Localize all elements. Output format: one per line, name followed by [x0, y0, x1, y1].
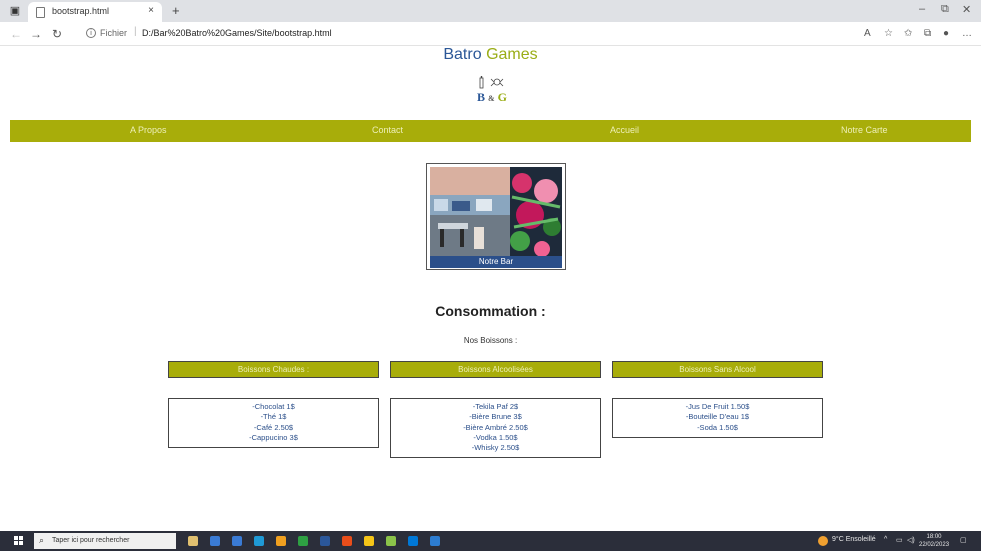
tray-chevron-icon[interactable]: ^	[884, 536, 887, 543]
brand-part1: Batro	[443, 46, 482, 63]
weather-icon[interactable]	[818, 536, 828, 546]
network-icon[interactable]: ▭	[896, 536, 903, 544]
menu-soft-drinks: -Jus De Fruit 1.50$ -Bouteille D'eau 1$ …	[612, 398, 823, 438]
notifications-icon[interactable]: ▢	[960, 536, 967, 544]
browser-tab[interactable]: bootstrap.html ×	[28, 2, 162, 22]
tab-actions-icon[interactable]: ▣	[8, 4, 22, 18]
back-icon[interactable]: ←	[10, 27, 22, 41]
nav-contact[interactable]: Contact	[372, 125, 403, 135]
clock-date: 22/02/2023	[919, 542, 950, 548]
menu-item: -Bouteille D'eau 1$	[685, 412, 750, 422]
taskbar-app-icon[interactable]	[210, 536, 220, 546]
address-url: D:/Bar%20Batro%20Games/Site/bootstrap.ht…	[142, 28, 332, 38]
nav-accueil[interactable]: Accueil	[610, 125, 639, 135]
os-taskbar: ⌕ Taper ici pour rechercher 9°C Ensoleil…	[0, 531, 981, 551]
forward-icon[interactable]: →	[30, 27, 42, 41]
taskbar-app-icon[interactable]	[232, 536, 242, 546]
reload-icon[interactable]: ↻	[52, 27, 62, 41]
logo-letter-b: B	[476, 90, 485, 104]
category-alcoholic-drinks[interactable]: Boissons Alcoolisées	[390, 361, 601, 378]
site-logo: B & G	[470, 76, 514, 110]
weather-text[interactable]: 9°C Ensoleillé	[832, 536, 876, 543]
menu-item: -Soda 1.50$	[697, 422, 738, 432]
taskbar-app-icon[interactable]	[276, 536, 286, 546]
taskbar-app-icon[interactable]	[386, 536, 396, 546]
new-tab-icon[interactable]: +	[172, 3, 180, 18]
page-icon	[36, 7, 45, 18]
profile-icon[interactable]: ●	[943, 28, 949, 39]
main-navbar: A Propos Contact Accueil Notre Carte	[10, 120, 971, 142]
collections-icon[interactable]: ⧉	[924, 28, 931, 39]
read-aloud-icon[interactable]: A	[864, 28, 871, 39]
more-icon[interactable]: …	[962, 28, 972, 39]
taskbar-app-icon[interactable]	[298, 536, 308, 546]
logo-letter-g: G	[497, 90, 508, 104]
category-soft-drinks[interactable]: Boissons Sans Alcool	[612, 361, 823, 378]
site-brand: Batro Games	[0, 46, 981, 64]
menu-item: -Tekila Paf 2$	[472, 402, 519, 411]
taskbar-search-placeholder: Taper ici pour rechercher	[52, 537, 130, 544]
menu-item: -Jus De Fruit 1.50$	[685, 402, 750, 411]
menu-item: -Café 2.50$	[253, 422, 294, 432]
search-icon: ⌕	[39, 535, 45, 545]
taskbar-app-icon[interactable]	[188, 536, 198, 546]
taskbar-app-icon[interactable]	[430, 536, 440, 546]
taskbar-app-icon[interactable]	[320, 536, 330, 546]
taskbar-app-icon[interactable]	[342, 536, 352, 546]
logo-art-icon	[470, 76, 514, 90]
section-subtitle: Nos Boissons :	[463, 336, 518, 345]
minimize-icon[interactable]: –	[919, 3, 925, 15]
menu-item: -Chocolat 1$	[252, 402, 295, 411]
windows-start-icon[interactable]	[14, 536, 24, 546]
close-window-icon[interactable]: ✕	[962, 3, 971, 16]
category-hot-drinks[interactable]: Boissons Chaudes :	[168, 361, 379, 378]
menu-hot-drinks: -Chocolat 1$ -Thé 1$ -Café 2.50$ -Cappuc…	[168, 398, 379, 449]
info-icon[interactable]: i	[86, 28, 96, 38]
menu-item: -Whisky 2.50$	[471, 443, 520, 453]
restore-icon[interactable]: ⧉	[941, 3, 949, 16]
bar-photo	[430, 167, 562, 257]
clock-time: 18:00	[926, 534, 942, 540]
taskbar-search-input[interactable]: ⌕ Taper ici pour rechercher	[34, 533, 176, 549]
taskbar-app-icon[interactable]	[408, 536, 418, 546]
brand-part2: Games	[486, 46, 538, 63]
menu-alcoholic-drinks: -Tekila Paf 2$ -Bière Brune 3$ -Bière Am…	[390, 398, 601, 459]
taskbar-app-icon[interactable]	[364, 536, 374, 546]
nav-a-propos[interactable]: A Propos	[130, 125, 167, 135]
taskbar-clock[interactable]: 18:00 22/02/2023	[919, 533, 949, 549]
menu-item: -Thé 1$	[260, 412, 287, 422]
photo-caption: Notre Bar	[430, 256, 562, 268]
favorite-icon[interactable]: ☆	[884, 28, 893, 39]
address-input[interactable]: i Fichier | D:/Bar%20Batro%20Games/Site/…	[86, 25, 856, 43]
tab-title: bootstrap.html	[52, 6, 110, 16]
address-separator: |	[134, 26, 137, 37]
favorites-bar-icon[interactable]: ✩	[904, 28, 912, 39]
browser-tabstrip: ▣ bootstrap.html × + – ⧉ ✕	[0, 0, 981, 22]
menu-item: -Bière Brune 3$	[469, 412, 522, 422]
menu-item: -Cappucino 3$	[249, 432, 298, 442]
logo-amp: &	[488, 94, 495, 103]
menu-item: -Bière Ambré 2.50$	[463, 422, 528, 432]
taskbar-app-icon[interactable]	[254, 536, 264, 546]
address-bar-row: ← → ↻ i Fichier | D:/Bar%20Batro%20Games…	[0, 22, 981, 46]
section-title: Consommation :	[435, 303, 546, 319]
nav-notre-carte[interactable]: Notre Carte	[841, 125, 888, 135]
menu-item: -Vodka 1.50$	[473, 432, 518, 442]
address-scheme: Fichier	[100, 28, 128, 38]
volume-icon[interactable]: ◁)	[907, 536, 915, 544]
tab-close-icon[interactable]: ×	[148, 5, 154, 16]
bar-photo-card[interactable]: Notre Bar	[426, 163, 566, 270]
